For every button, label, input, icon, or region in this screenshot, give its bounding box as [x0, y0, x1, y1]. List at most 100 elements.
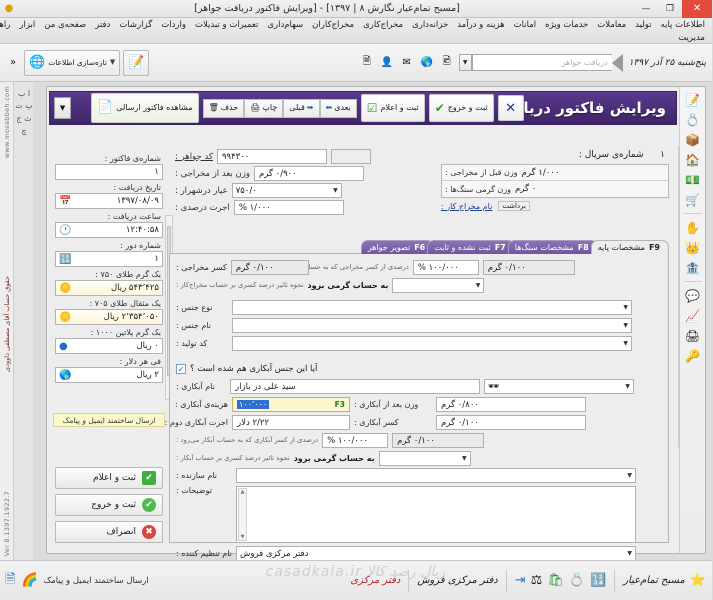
envelope-icon[interactable]: ✉	[400, 55, 416, 71]
weight-after-input[interactable]: ۰/۹۰۰ گرم	[254, 166, 365, 181]
chevron-down-icon-deduction[interactable]: ▼	[477, 282, 482, 289]
chevron-down-icon-code[interactable]: ▼	[624, 340, 629, 347]
menu-item-3[interactable]: خدمات ویژه	[545, 20, 590, 30]
office-main-label[interactable]: دفتر مرکزی	[351, 575, 401, 586]
tab-1[interactable]: F8 مشخصات سنگ‌ها	[508, 240, 599, 254]
menu-item-7[interactable]: مخراج‌کاری	[363, 20, 405, 30]
window-blue-icon[interactable]: 🗎	[6, 570, 16, 592]
chart-icon[interactable]: 📈	[684, 307, 704, 324]
send-email-sms-banner[interactable]: ارسال ساختمند ایمیل و پیامک	[54, 413, 166, 427]
menu-item-15[interactable]: ابزار	[19, 20, 37, 30]
toolbar-overflow-button[interactable]: «	[6, 55, 22, 71]
chevron-down-icon[interactable]: ▼	[111, 58, 116, 66]
menu-item-11[interactable]: واردات	[161, 20, 188, 30]
menu-item-13[interactable]: دفتر	[95, 20, 112, 30]
tab-2[interactable]: F7 ثبت نشده و ثابت	[428, 240, 516, 254]
carat-select[interactable]: ▼ ۷۵۰/۰	[232, 183, 343, 198]
bracelet-icon[interactable]: 👑	[684, 239, 704, 256]
deduction-gram-box[interactable]: ۰/۱۰۰ گرم	[483, 260, 576, 275]
form-header-dropdown-icon[interactable]: ▼	[55, 97, 72, 119]
hand-gold-icon[interactable]: ✋	[684, 219, 704, 236]
submit-announce-button[interactable]: ✔ ثبت و اعلام	[56, 467, 164, 489]
plating-effect-select[interactable]: ▼	[379, 451, 472, 466]
delete-button[interactable]: حذف 🗑	[203, 98, 246, 118]
house-icon[interactable]: 🏠	[684, 151, 704, 168]
window-minimize-button[interactable]: —	[635, 0, 659, 18]
stones-weight-row[interactable]: ۰ گرم وزن گرمی سنگ‌ها :	[443, 181, 669, 197]
window-icon[interactable]: 🗎	[360, 55, 376, 71]
jewel-code-extra[interactable]	[331, 149, 372, 164]
weight-before-row[interactable]: ۱/۰۰۰ گرم وزن قبل از مخراجی :	[443, 165, 669, 181]
plating-percent-input[interactable]: ۱۰۰/۰۰۰ %	[323, 433, 390, 448]
person-icon[interactable]: 👤	[380, 55, 396, 71]
menu-item-4[interactable]: امانات	[514, 20, 538, 30]
new-document-icon[interactable]: 📝	[124, 49, 151, 76]
bag-icon[interactable]: 🛍	[548, 573, 565, 588]
description-scrollbar[interactable]: ▲ ▼	[239, 488, 248, 541]
chevron-down-icon-plating-effect[interactable]: ▼	[463, 455, 468, 462]
menu-item-2[interactable]: معاملات	[597, 20, 628, 30]
coin-icon[interactable]: 🏦	[684, 259, 704, 276]
receive-date-field[interactable]: ۱۳۹۷/۰۸/۰۹ 📅	[56, 193, 164, 209]
tab-3[interactable]: F6 تصویر جواهر	[361, 240, 436, 254]
menu-item-0[interactable]: اطلاعات پایه	[661, 20, 707, 30]
exit-icon[interactable]: ⇥	[516, 573, 527, 588]
save-and-announce-button[interactable]: ثبت و اعلام ☑	[361, 94, 426, 122]
save-and-exit-button[interactable]: ثبت و خروج ✔	[429, 94, 495, 122]
note-yellow-icon[interactable]: 📝	[684, 91, 704, 108]
menu-item-management[interactable]: مدیریت	[678, 33, 707, 43]
jewel-code-input[interactable]: ۹۹۴۳۰۰	[217, 149, 328, 164]
refresh-info-button[interactable]: ▼ تازه‌سازی اطلاعات 🌐	[25, 49, 122, 76]
star-icon[interactable]: ⭐	[691, 573, 707, 588]
chevron-down-icon-type[interactable]: ▼	[624, 304, 629, 311]
chat-icon[interactable]: 💬	[684, 287, 704, 304]
prev-button[interactable]: ➡ قبلی	[284, 98, 321, 118]
menu-item-16[interactable]: راهنما	[0, 20, 12, 30]
receive-time-field[interactable]: ۱۲:۴۰:۵۸ 🕐	[56, 222, 164, 238]
registrar-select[interactable]: ▼ دفتر مرکزی فروش	[237, 546, 637, 561]
description-textarea[interactable]: ▲ ▼	[237, 486, 637, 543]
menu-item-1[interactable]: تولید	[635, 20, 653, 30]
search-dropdown-icon[interactable]: ▼	[459, 54, 473, 71]
plating-weight-after-input[interactable]: ۰/۸۰۰ گرم	[437, 397, 587, 412]
basket-icon[interactable]: 🛒	[684, 191, 704, 208]
round-number-field[interactable]: ۱ 🔢	[56, 251, 164, 267]
globe-icon[interactable]: 🌎	[420, 55, 436, 71]
scale-icon[interactable]: ⚖	[532, 573, 544, 588]
search-input[interactable]: دریافت جواهر	[472, 54, 613, 71]
binoculars-icon[interactable]: 🕶	[489, 382, 500, 392]
colors-icon[interactable]: 🌈	[22, 573, 38, 588]
clock-icon[interactable]: 🕐	[60, 225, 72, 236]
menu-item-5[interactable]: هزینه و درآمد	[457, 20, 506, 30]
deduction-percent-input[interactable]: ۱۰۰/۰۰۰ %	[413, 260, 480, 275]
plating-percent-gram-box[interactable]: ۰/۱۰۰ گرم	[393, 433, 486, 448]
plating-deduction-input[interactable]: ۰/۱۰۰ گرم	[437, 415, 587, 430]
menu-item-8[interactable]: مخراج‌کاران	[312, 20, 356, 30]
menu-item-14[interactable]: صفحه‌ی من	[44, 20, 88, 30]
item-code-select[interactable]: ▼	[233, 336, 633, 351]
menu-item-9[interactable]: سهام‌داری	[267, 20, 305, 30]
menu-item-10[interactable]: تعمیرات و تبدیلات	[195, 20, 260, 30]
menu-item-12[interactable]: گزارشات	[119, 20, 154, 30]
item-tag-select[interactable]: ▼	[233, 318, 633, 333]
ring-red-icon[interactable]: 💍	[684, 111, 704, 128]
tab-0[interactable]: F9 مشخصات پایه	[591, 240, 670, 254]
next-button[interactable]: بعدی ⬅	[320, 98, 358, 118]
plating-question-row[interactable]: آیا این جنس آبکاری هم شده است ؟ ✓	[177, 364, 663, 374]
window-close-button[interactable]: ✕	[683, 0, 713, 18]
item-type-select[interactable]: ▼	[233, 300, 633, 315]
chevron-down-icon-registrar[interactable]: ▼	[628, 550, 633, 557]
menu-item-6[interactable]: خزانه‌داری	[412, 20, 450, 30]
plating-name-select[interactable]: ▼ 🕶	[485, 379, 635, 394]
setter-name-label[interactable]: نام مخراج کار :	[442, 202, 493, 211]
wage-percent-input[interactable]: ۱/۰۰۰ %	[234, 200, 345, 215]
plating-checkbox[interactable]: ✓	[177, 364, 187, 374]
chevron-down-icon-maker[interactable]: ▼	[628, 472, 633, 479]
key-icon[interactable]: 🔑	[684, 347, 704, 364]
calculator-icon[interactable]: 🔢	[591, 573, 607, 588]
photo-icon[interactable]: 🖻	[440, 55, 456, 71]
alphabet-letters[interactable]: ا ب پ ت ث ج چ	[15, 88, 35, 138]
counter-icon[interactable]: 🔢	[60, 254, 72, 265]
chevron-down-icon-tag[interactable]: ▼	[624, 322, 629, 329]
office-sell-label[interactable]: دفتر مرکزی فروش	[418, 575, 498, 586]
